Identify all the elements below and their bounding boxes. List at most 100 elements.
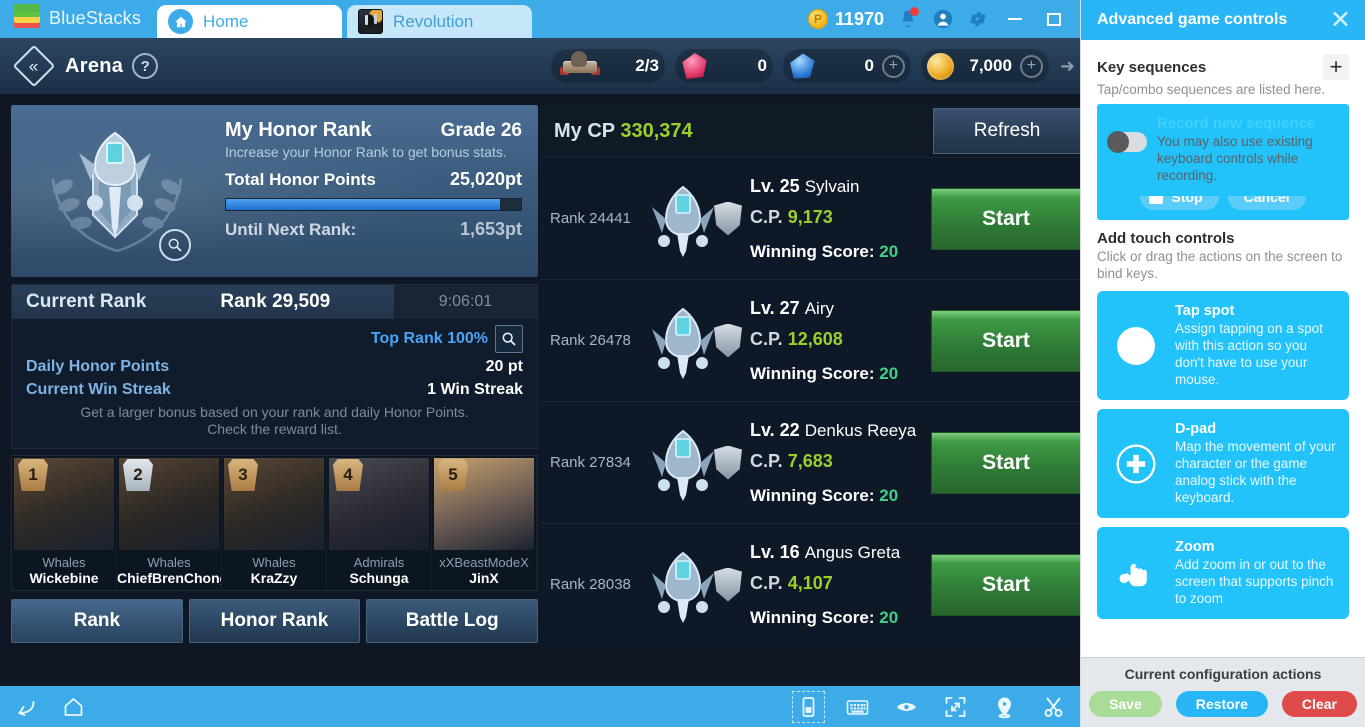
close-icon[interactable]: ✕ (1330, 7, 1351, 33)
top-player-name: KraZzy (250, 570, 298, 586)
touch-control-body: Tap spot Assign tapping on a spot with th… (1175, 303, 1337, 388)
bluestacks-brand: BlueStacks (0, 4, 157, 38)
page-title: Arena (65, 54, 124, 77)
arena-tab-honor-rank[interactable]: Honor Rank (188, 599, 361, 643)
back-arrow-icon[interactable] (13, 694, 40, 720)
honor-emblem-icon (79, 131, 151, 239)
maximize-button[interactable] (1041, 8, 1067, 30)
keyboard-icon[interactable] (844, 694, 871, 720)
start-battle-button[interactable]: Start (931, 309, 1081, 372)
location-pin-icon[interactable] (991, 694, 1018, 720)
arena-tab-battle-log[interactable]: Battle Log (366, 599, 539, 643)
save-button[interactable]: Save (1089, 691, 1162, 717)
key-sequences-header: Key sequences + (1097, 54, 1349, 80)
honor-progress-fill (226, 199, 501, 210)
fullscreen-icon[interactable] (942, 694, 969, 720)
home-icon (168, 9, 194, 34)
opponent-guild-shield-icon (714, 201, 742, 236)
plus-icon[interactable]: + (1323, 54, 1349, 80)
bell-icon[interactable] (897, 7, 919, 30)
opponent-info: Lv. 16 Angus Greta C.P. 4,107 Winning Scor… (750, 542, 931, 628)
touch-control-card-d-pad[interactable]: D-pad Map the movement of your character … (1097, 409, 1349, 518)
top-player-card[interactable]: 3 Whales KraZzy (222, 456, 327, 590)
total-honor-points-value: 25,020pt (449, 169, 522, 189)
resource-collapse-icon[interactable]: ➜ (1060, 56, 1075, 77)
daily-honor-points-value: 20 pt (485, 358, 523, 375)
top-player-names: Whales Wickebine (12, 555, 116, 586)
top-rank-search-button[interactable] (495, 325, 523, 353)
opponent-emblem-icon (650, 303, 716, 379)
reward-hint-line2: Check the reward list. (207, 421, 342, 437)
minimize-button[interactable] (1002, 8, 1028, 30)
touch-controls-title: Add touch controls (1097, 230, 1235, 247)
record-sequence-card: Record new sequence You may also use exi… (1097, 104, 1349, 196)
start-battle-button[interactable]: Start (931, 187, 1081, 250)
resource-blue-gem: 0 + (782, 49, 911, 83)
arena-tab-bar: Rank Honor Rank Battle Log (11, 599, 539, 643)
touch-control-description: Assign tapping on a spot with this actio… (1175, 321, 1323, 387)
blue-gem-add-button[interactable]: + (881, 54, 905, 78)
refresh-button[interactable]: Refresh (933, 108, 1081, 154)
resource-arena-tickets: 2/3 (550, 49, 665, 83)
configuration-actions-title: Current configuration actions (1124, 666, 1322, 682)
clear-button[interactable]: Clear (1281, 691, 1357, 717)
points-display[interactable]: P 11970 (807, 8, 884, 30)
back-chevron-icon[interactable]: « (12, 44, 56, 88)
opponent-level-name: Lv. 25 Sylvain (750, 175, 860, 196)
opponent-level-name: Lv. 22 Denkus Reeya (750, 419, 917, 440)
honor-emblem-area (11, 105, 225, 277)
points-value: 11970 (834, 8, 884, 29)
touch-control-card-tap-spot[interactable]: Tap spot Assign tapping on a spot with th… (1097, 291, 1349, 400)
top-rank-percent: Top Rank 100% (370, 330, 488, 347)
opponent-row[interactable]: Rank 26478 Lv. 27 Airy C.P. 12,608 Winning … (540, 279, 1081, 401)
top-player-rank-badge: 1 (18, 459, 48, 491)
opponent-list: Rank 24441 Lv. 25 Sylvain C.P. 9,173 Winnin… (540, 157, 1081, 645)
honor-detail-search-button[interactable] (159, 229, 191, 261)
start-battle-button[interactable]: Start (931, 431, 1081, 494)
current-win-streak-label: Current Win Streak (26, 381, 171, 398)
start-battle-button[interactable]: Start (931, 553, 1081, 616)
sidebar-footer: Current configuration actions Save Restor… (1081, 657, 1365, 727)
red-gem-value: 0 (757, 56, 767, 75)
top-player-card[interactable]: 5 xXBeastModeX JinX (432, 456, 537, 590)
opponent-winning-score: Winning Score: 20 (750, 241, 899, 261)
top-player-card[interactable]: 2 Whales ChiefBrenChong (117, 456, 222, 590)
touch-control-icon (1107, 326, 1165, 365)
tab-revolution[interactable]: Revolution (347, 5, 533, 38)
opponent-cp: C.P. 7,683 (750, 450, 833, 471)
my-cp-display: My CP 330,374 (540, 120, 693, 143)
top-players-strip: 1 Whales Wickebine 2 Whales ChiefBrenChong 3 Wh… (11, 455, 538, 591)
home-icon[interactable] (60, 694, 87, 720)
bluestacks-brand-label: BlueStacks (49, 7, 142, 28)
opponent-guild-shield-icon (714, 323, 742, 358)
my-cp-label: My CP (554, 119, 615, 142)
top-player-name: Wickebine (29, 570, 99, 586)
opponent-guild-shield-icon (714, 567, 742, 602)
top-player-card[interactable]: 1 Whales Wickebine (12, 456, 117, 590)
top-player-rank-badge: 3 (228, 459, 258, 491)
touch-control-cards: Tap spot Assign tapping on a spot with th… (1097, 291, 1349, 619)
opponent-row[interactable]: Rank 27834 Lv. 22 Denkus Reeya C.P. 7,683 W… (540, 401, 1081, 523)
account-icon[interactable] (932, 8, 954, 30)
help-icon[interactable]: ? (132, 53, 159, 79)
game-controls-icon[interactable] (792, 690, 825, 723)
opponent-row[interactable]: Rank 24441 Lv. 25 Sylvain C.P. 9,173 Winnin… (540, 157, 1081, 279)
zoom-pinch-icon (1119, 563, 1147, 587)
restore-button[interactable]: Restore (1175, 691, 1268, 717)
scissors-icon[interactable] (1040, 694, 1067, 720)
tab-home[interactable]: Home (157, 5, 343, 38)
eye-icon[interactable] (893, 694, 920, 720)
opponent-rank: Rank 27834 (550, 454, 631, 471)
toggle-switch-icon[interactable] (1107, 131, 1147, 153)
touch-control-card-zoom[interactable]: Zoom Add zoom in or out to the screen tha… (1097, 527, 1349, 619)
current-rank-body: Top Rank 100% Daily Honor Points 20 pt C… (12, 319, 537, 448)
key-sequences-subtitle: Tap/combo sequences are listed here. (1097, 82, 1326, 97)
opponent-row[interactable]: Rank 28038 Lv. 16 Angus Greta C.P. 4,107 Wi… (540, 523, 1081, 645)
top-player-card[interactable]: 4 Admirals Schunga (327, 456, 432, 590)
arena-tab-rank[interactable]: Rank (11, 599, 183, 643)
bluestacks-bottom-toolbar (0, 686, 1081, 727)
gear-icon[interactable] (967, 8, 989, 30)
my-cp-row: My CP 330,374 Refresh (540, 105, 1081, 157)
current-win-streak-row: Current Win Streak 1 Win Streak (26, 381, 523, 399)
gold-add-button[interactable]: + (1019, 54, 1043, 78)
